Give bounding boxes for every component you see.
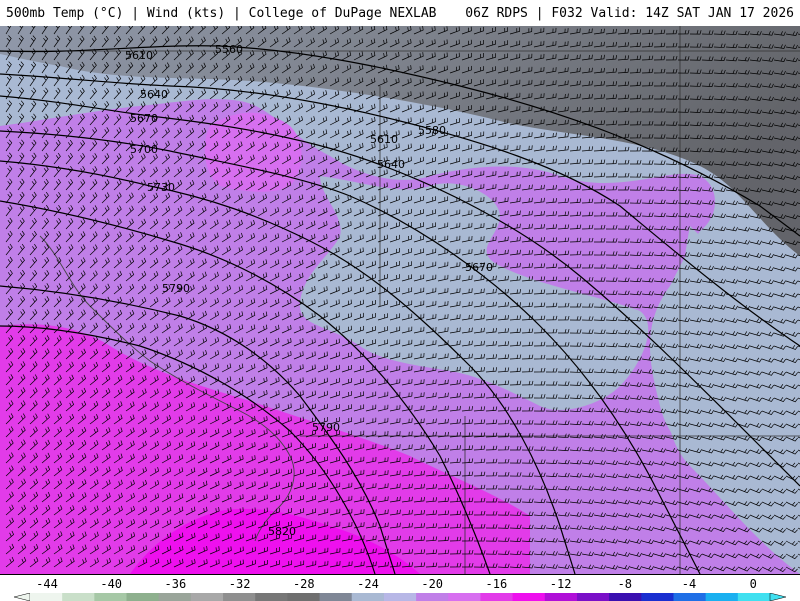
colorbar-tick-label: -28 (292, 577, 315, 591)
contour-label: 5670 (130, 112, 158, 125)
weather-map: 5610 5560 5640 5670 5700 5730 5610 5580 5640 5670… (0, 26, 800, 574)
contour-label: 5790 (312, 421, 340, 434)
temperature-colorbar: -44 -40 -36 -32 -28 -24 -20 -16 -12 -8 -4 0 (0, 574, 800, 601)
colorbar-tick-label: -20 (421, 577, 444, 591)
contour-label: 5730 (147, 181, 175, 194)
colorbar-tick-label: 0 (749, 577, 757, 591)
map-canvas: 5610 5560 5640 5670 5700 5730 5610 5580 5640 5670… (0, 26, 800, 574)
contour-label: 5610 (370, 133, 398, 146)
colorbar-tick-label: -44 (36, 577, 58, 591)
contour-label: 5580 (418, 124, 446, 137)
contour-label: 5640 (140, 88, 168, 101)
colorbar-tick-label: -36 (164, 577, 187, 591)
product-title: 500mb Temp (°C) | Wind (kts) | College o… (6, 6, 437, 21)
contour-label: 5640 (377, 158, 405, 171)
contour-label: 5700 (130, 143, 158, 156)
contour-label: 5790 (162, 282, 190, 295)
model-valid-time: 06Z RDPS | F032 Valid: 14Z SAT JAN 17 20… (465, 6, 794, 21)
contour-label: 5560 (215, 43, 243, 56)
colorbar-tick-label: -4 (681, 577, 697, 591)
colorbar-tick-label: -8 (617, 577, 633, 591)
header-bar: 500mb Temp (°C) | Wind (kts) | College o… (0, 0, 800, 26)
colorbar-tick-label: -40 (100, 577, 123, 591)
contour-label: 5610 (125, 49, 153, 62)
contour-label: 5820 (268, 525, 296, 538)
colorbar-tick-label: -16 (485, 577, 508, 591)
colorbar-tick-label: -32 (228, 577, 251, 591)
colorbar-tick-label: -24 (357, 577, 379, 591)
contour-label: 5670 (465, 261, 493, 274)
colorbar-tick-label: -12 (549, 577, 572, 591)
